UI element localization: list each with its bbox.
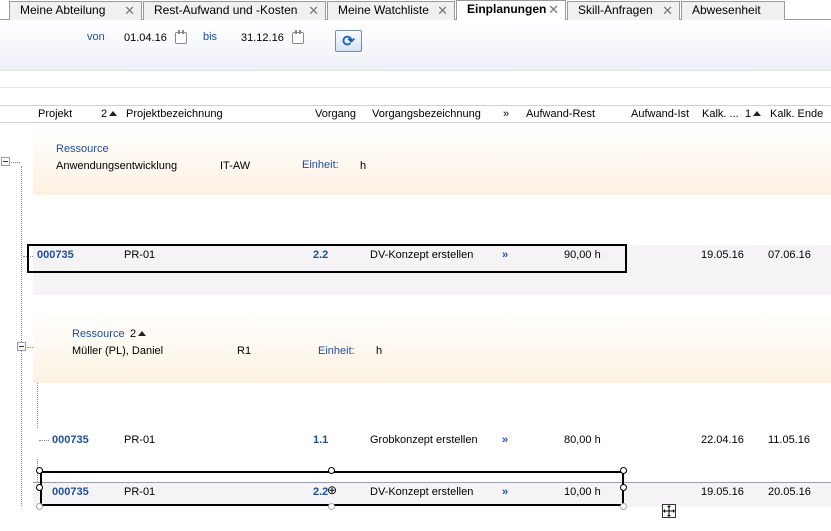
- group-label: Ressource: [72, 328, 125, 340]
- selection-box: [40, 471, 624, 506]
- task-description: Grobkonzept erstellen: [370, 434, 478, 446]
- project-link[interactable]: 000735: [52, 434, 89, 446]
- tree-line: [11, 162, 20, 163]
- tab-label: Meine Abteilung: [20, 3, 106, 17]
- close-icon[interactable]: ✕: [548, 1, 559, 18]
- to-label: bis: [203, 31, 218, 43]
- resource-name: Anwendungsentwicklung: [56, 160, 178, 172]
- tab-meine-abteilung[interactable]: Meine Abteilung ✕: [9, 1, 142, 20]
- col-aufwand-ist[interactable]: Aufwand-Ist: [631, 108, 689, 120]
- sort-asc-icon: [753, 111, 762, 116]
- grid-header: Projekt 2 Projektbezeichnung Vorgang Vor…: [0, 105, 831, 123]
- refresh-button[interactable]: ⟳: [335, 30, 362, 52]
- refresh-icon: ⟳: [342, 33, 355, 50]
- col-kalk-ende[interactable]: Kalk. Ende: [770, 108, 823, 120]
- resize-handle[interactable]: [36, 503, 43, 510]
- from-date-field[interactable]: 01.04.16: [124, 32, 167, 44]
- filter-area: von 01.04.16 bis 31.12.16 ⟳: [0, 20, 831, 70]
- tab-einplanungen[interactable]: Einplanungen ✕: [456, 0, 566, 20]
- tab-bar: Meine Abteilung ✕ Rest-Aufwand und -Kost…: [0, 0, 831, 20]
- resize-handle[interactable]: [620, 484, 627, 491]
- col-kalk-start[interactable]: Kalk. ...: [702, 108, 739, 120]
- tab-label: Rest-Aufwand und -Kosten: [154, 3, 298, 17]
- start-date: 22.04.16: [701, 434, 744, 446]
- group-label: Ressource: [56, 143, 109, 155]
- sort-asc-icon: [138, 331, 147, 336]
- group-sort[interactable]: 2: [130, 328, 147, 340]
- remaining-effort: 80,00 h: [564, 434, 601, 446]
- project-description: PR-01: [124, 434, 156, 446]
- collapse-icon[interactable]: [1, 157, 10, 166]
- end-date: 20.05.16: [768, 486, 811, 498]
- calendar-icon[interactable]: [292, 30, 304, 44]
- col-sort-index2[interactable]: 1: [745, 108, 762, 120]
- resource-name: Müller (PL), Daniel: [72, 345, 164, 357]
- to-date-field[interactable]: 31.12.16: [241, 32, 284, 44]
- col-sort-index[interactable]: 2: [101, 108, 118, 120]
- tab-rest-aufwand[interactable]: Rest-Aufwand und -Kosten ✕: [143, 1, 326, 20]
- tab-abwesenheit[interactable]: Abwesenheit: [681, 1, 785, 20]
- tab-skill-anfragen[interactable]: Skill-Anfragen ✕: [567, 1, 680, 20]
- calendar-icon[interactable]: [175, 30, 187, 44]
- from-label: von: [87, 31, 105, 43]
- close-icon[interactable]: ✕: [124, 2, 135, 19]
- resize-handle[interactable]: [36, 467, 43, 474]
- sort-index: 2: [130, 328, 137, 340]
- resize-handle[interactable]: [328, 467, 335, 474]
- move-icon[interactable]: [662, 504, 676, 518]
- col-vorgang[interactable]: Vorgang: [315, 108, 356, 120]
- tree-line: [21, 166, 22, 506]
- sort-index: 1: [745, 108, 752, 120]
- tab-meine-watchliste[interactable]: Meine Watchliste ✕: [327, 1, 455, 20]
- close-icon[interactable]: ✕: [437, 2, 448, 19]
- end-date: 11.05.16: [768, 434, 811, 446]
- col-projekt[interactable]: Projekt: [38, 108, 72, 120]
- tab-label: Einplanungen: [467, 2, 547, 16]
- col-projektbezeichnung[interactable]: Projektbezeichnung: [126, 108, 223, 120]
- divider: [0, 87, 831, 88]
- col-arrow[interactable]: »: [503, 108, 509, 120]
- resize-handle[interactable]: [328, 503, 335, 510]
- task-link[interactable]: 1.1: [313, 434, 328, 446]
- tab-label: Abwesenheit: [692, 3, 761, 17]
- divider: [0, 70, 831, 71]
- start-date: 19.05.16: [701, 249, 744, 261]
- sort-index: 2: [101, 108, 108, 120]
- unit-value: h: [360, 160, 367, 172]
- details-arrow[interactable]: »: [502, 434, 508, 446]
- col-aufwand-rest[interactable]: Aufwand-Rest: [526, 108, 595, 120]
- col-vorgangsbezeichnung[interactable]: Vorgangsbezeichnung: [372, 108, 481, 120]
- resource-code: IT-AW: [220, 160, 251, 172]
- tab-label: Skill-Anfragen: [578, 3, 653, 17]
- unit-label: Einheit:: [318, 345, 355, 357]
- unit-value: h: [376, 345, 383, 357]
- unit-label: Einheit:: [302, 159, 339, 171]
- resize-handle[interactable]: [36, 484, 43, 491]
- resize-handle[interactable]: [620, 503, 627, 510]
- tree-line: [39, 440, 49, 441]
- collapse-icon[interactable]: [17, 342, 26, 351]
- close-icon[interactable]: ✕: [662, 2, 673, 19]
- start-date: 19.05.16: [701, 486, 744, 498]
- tab-label: Meine Watchliste: [338, 3, 429, 17]
- selection-box: [27, 244, 627, 273]
- end-date: 07.06.16: [768, 249, 811, 261]
- resize-handle[interactable]: [620, 467, 627, 474]
- close-icon[interactable]: ✕: [308, 2, 319, 19]
- resource-code: R1: [237, 345, 252, 357]
- sort-asc-icon: [109, 111, 118, 116]
